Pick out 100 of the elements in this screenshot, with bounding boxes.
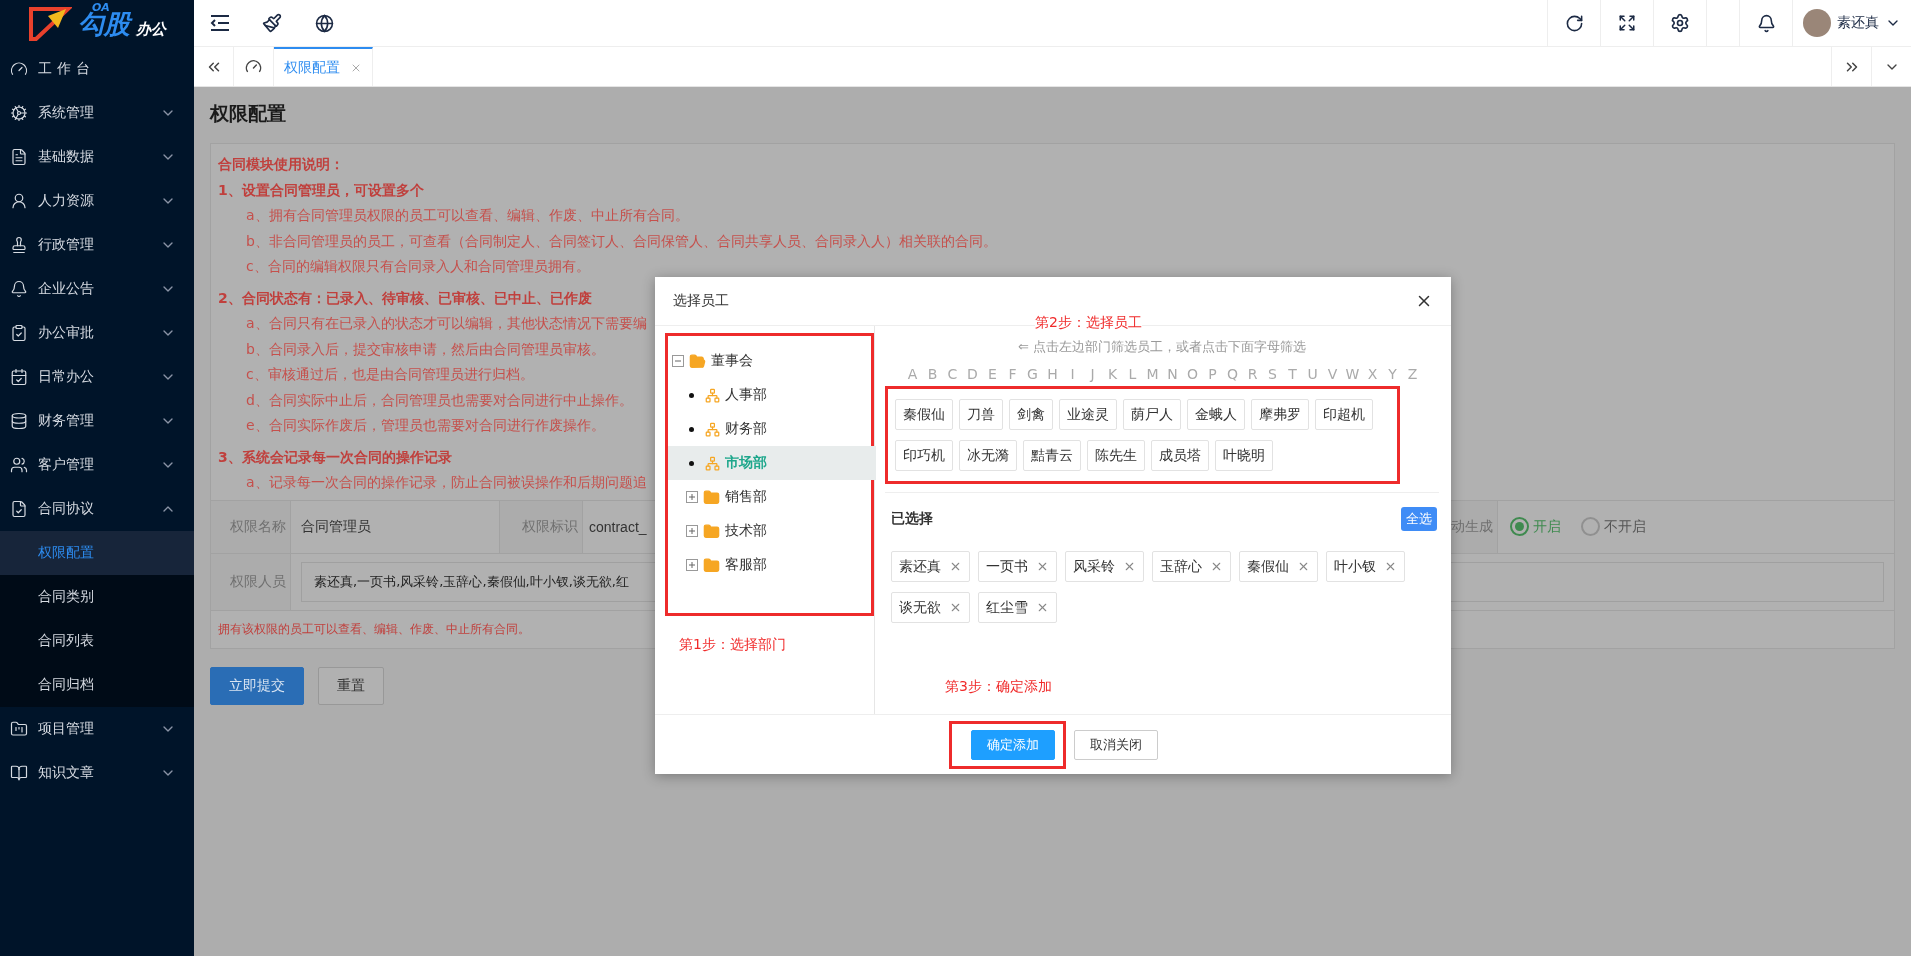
- brush-icon: [262, 13, 282, 33]
- cog-icon: [10, 104, 28, 122]
- remove-icon[interactable]: [1036, 601, 1049, 614]
- sidebar-item[interactable]: 行政管理: [0, 223, 194, 267]
- sidebar-item[interactable]: 日常办公: [0, 355, 194, 399]
- employee-chip[interactable]: 黠青云: [1023, 440, 1081, 471]
- globe-icon: [314, 13, 334, 33]
- expand-icon[interactable]: [686, 525, 698, 537]
- file-check-icon: [10, 500, 28, 518]
- tree-label: 董事会: [711, 352, 753, 370]
- collapse-icon[interactable]: [672, 355, 684, 367]
- sidebar-item[interactable]: 客户管理: [0, 443, 194, 487]
- people-icon: [10, 456, 28, 474]
- filter-hint: ⇐ 点击左边部门筛选员工，或者点击下面字母筛选: [1017, 338, 1307, 356]
- tree-label: 技术部: [725, 522, 767, 540]
- expand-icon[interactable]: [686, 559, 698, 571]
- sidebar-item[interactable]: 系统管理: [0, 91, 194, 135]
- remove-icon[interactable]: [1297, 560, 1310, 573]
- note-item: a、拥有合同管理员权限的员工可以查看、编辑、作废、中止所有合同。: [245, 206, 689, 225]
- note-item: a、记录每一次合同的操作记录，防止合同被误操作和后期问题追: [245, 473, 647, 492]
- database-icon: [10, 412, 28, 430]
- bullet-icon: [689, 460, 694, 466]
- sidebar-item[interactable]: 合同协议: [0, 487, 194, 531]
- section-title: 已选择: [891, 510, 933, 528]
- tree-node[interactable]: 技术部: [668, 514, 846, 548]
- submit-button[interactable]: 立即提交: [210, 666, 304, 705]
- bullet-icon: [689, 426, 694, 432]
- remove-icon[interactable]: [949, 560, 962, 573]
- gauge-icon: [10, 60, 28, 78]
- selected-chip[interactable]: 红尘雪: [978, 592, 1057, 623]
- radio-button[interactable]: [1581, 517, 1600, 536]
- employee-chip[interactable]: 业途灵: [1059, 399, 1117, 430]
- remove-icon[interactable]: [1384, 560, 1397, 573]
- step-note: 第2步：选择员工: [1035, 314, 1142, 332]
- avatar: [1803, 9, 1831, 37]
- remove-icon[interactable]: [1210, 560, 1223, 573]
- note-item: c、合同的编辑权限只有合同录入人和合同管理员拥有。: [245, 257, 590, 276]
- remove-icon[interactable]: [1123, 560, 1136, 573]
- employee-chip[interactable]: 陈先生: [1087, 440, 1145, 471]
- note-item: a、合同只有在已录入的状态才可以编辑，其他状态情况下需要编: [245, 314, 647, 333]
- selected-chip[interactable]: 一页书: [978, 551, 1057, 582]
- employee-chip[interactable]: 印超机: [1315, 399, 1373, 430]
- cancel-button[interactable]: 取消关闭: [1073, 729, 1158, 760]
- employee-chip[interactable]: 剑禽: [1009, 399, 1053, 430]
- employee-chip[interactable]: 刀兽: [959, 399, 1003, 430]
- selected-chip[interactable]: 叶小钗: [1326, 551, 1405, 582]
- tree-node[interactable]: 人事部: [668, 378, 846, 412]
- user-menu[interactable]: 素还真: [1792, 0, 1911, 46]
- hint-text: 拥有该权限的员工可以查看、编辑、作废、中止所有合同。: [218, 620, 530, 638]
- selected-chip[interactable]: 秦假仙: [1239, 551, 1318, 582]
- sidebar-item[interactable]: 人力资源: [0, 179, 194, 223]
- sidebar-item[interactable]: 工作台: [0, 47, 194, 91]
- open-folder-icon: [689, 352, 706, 370]
- org-chart-icon: [705, 455, 720, 471]
- tree-node[interactable]: 财务部: [668, 412, 846, 446]
- radio-option[interactable]: 不开启: [1581, 517, 1646, 536]
- selected-chip[interactable]: 玉辞心: [1152, 551, 1231, 582]
- tree-node[interactable]: 董事会: [668, 344, 846, 378]
- note-item: e、合同实际作废后，管理员也需要对合同进行作废操作。: [245, 416, 605, 435]
- remove-icon[interactable]: [949, 601, 962, 614]
- org-chart-icon: [705, 421, 720, 437]
- sidebar-subitem[interactable]: 合同类别: [0, 575, 194, 619]
- employee-chip[interactable]: 成员塔: [1151, 440, 1209, 471]
- employee-chip[interactable]: 印巧机: [895, 440, 953, 471]
- book-icon: [10, 764, 28, 782]
- employee-chip[interactable]: 摩弗罗: [1251, 399, 1309, 430]
- note-item: b、非合同管理员的员工，可查看（合同制定人、合同签订人、合同保管人、合同共享人员、合同录入人）相关联的合同。: [245, 231, 997, 251]
- remove-icon[interactable]: [1036, 560, 1049, 573]
- reset-button[interactable]: 重置: [318, 666, 384, 705]
- refresh-icon: [1564, 13, 1584, 33]
- folder-icon: [703, 522, 720, 540]
- employee-chip[interactable]: 冰无漪: [959, 440, 1017, 471]
- employee-chip[interactable]: 秦假仙: [895, 399, 953, 430]
- step-note: 第3步：确定添加: [945, 678, 1053, 696]
- clipboard-check-icon: [10, 324, 28, 342]
- sidebar-item[interactable]: 办公审批: [0, 311, 194, 355]
- selected-chip[interactable]: 谈无欲: [891, 592, 970, 623]
- calendar-icon: [10, 368, 28, 386]
- sidebar-subitem[interactable]: 合同列表: [0, 619, 194, 663]
- sidebar-item[interactable]: 基础数据: [0, 135, 194, 179]
- sidebar-item[interactable]: 企业公告: [0, 267, 194, 311]
- selected-chip[interactable]: 素还真: [891, 551, 970, 582]
- selected-chip[interactable]: 风采铃: [1065, 551, 1144, 582]
- step-note: 第1步：选择部门: [679, 636, 787, 654]
- logo-suffix: 办公: [136, 19, 166, 39]
- sidebar-item[interactable]: 知识文章: [0, 751, 194, 795]
- radio-button[interactable]: [1510, 517, 1529, 536]
- sidebar-subitem[interactable]: 合同归档: [0, 663, 194, 707]
- sidebar-item[interactable]: 项目管理: [0, 707, 194, 751]
- sidebar-subitem[interactable]: 权限配置: [0, 531, 194, 575]
- expand-icon[interactable]: [686, 491, 698, 503]
- tree-label: 财务部: [725, 420, 767, 438]
- sidebar-item[interactable]: 财务管理: [0, 399, 194, 443]
- employee-chip[interactable]: 叶晓明: [1215, 440, 1273, 471]
- bell-icon: [1756, 13, 1776, 33]
- fullscreen-icon: [1618, 14, 1636, 32]
- employee-chip[interactable]: 金蛾人: [1187, 399, 1245, 430]
- employee-chip[interactable]: 荫尸人: [1123, 399, 1181, 430]
- note-heading: 1、设置合同管理员，可设置多个: [218, 180, 424, 200]
- folder-icon: [703, 488, 720, 506]
